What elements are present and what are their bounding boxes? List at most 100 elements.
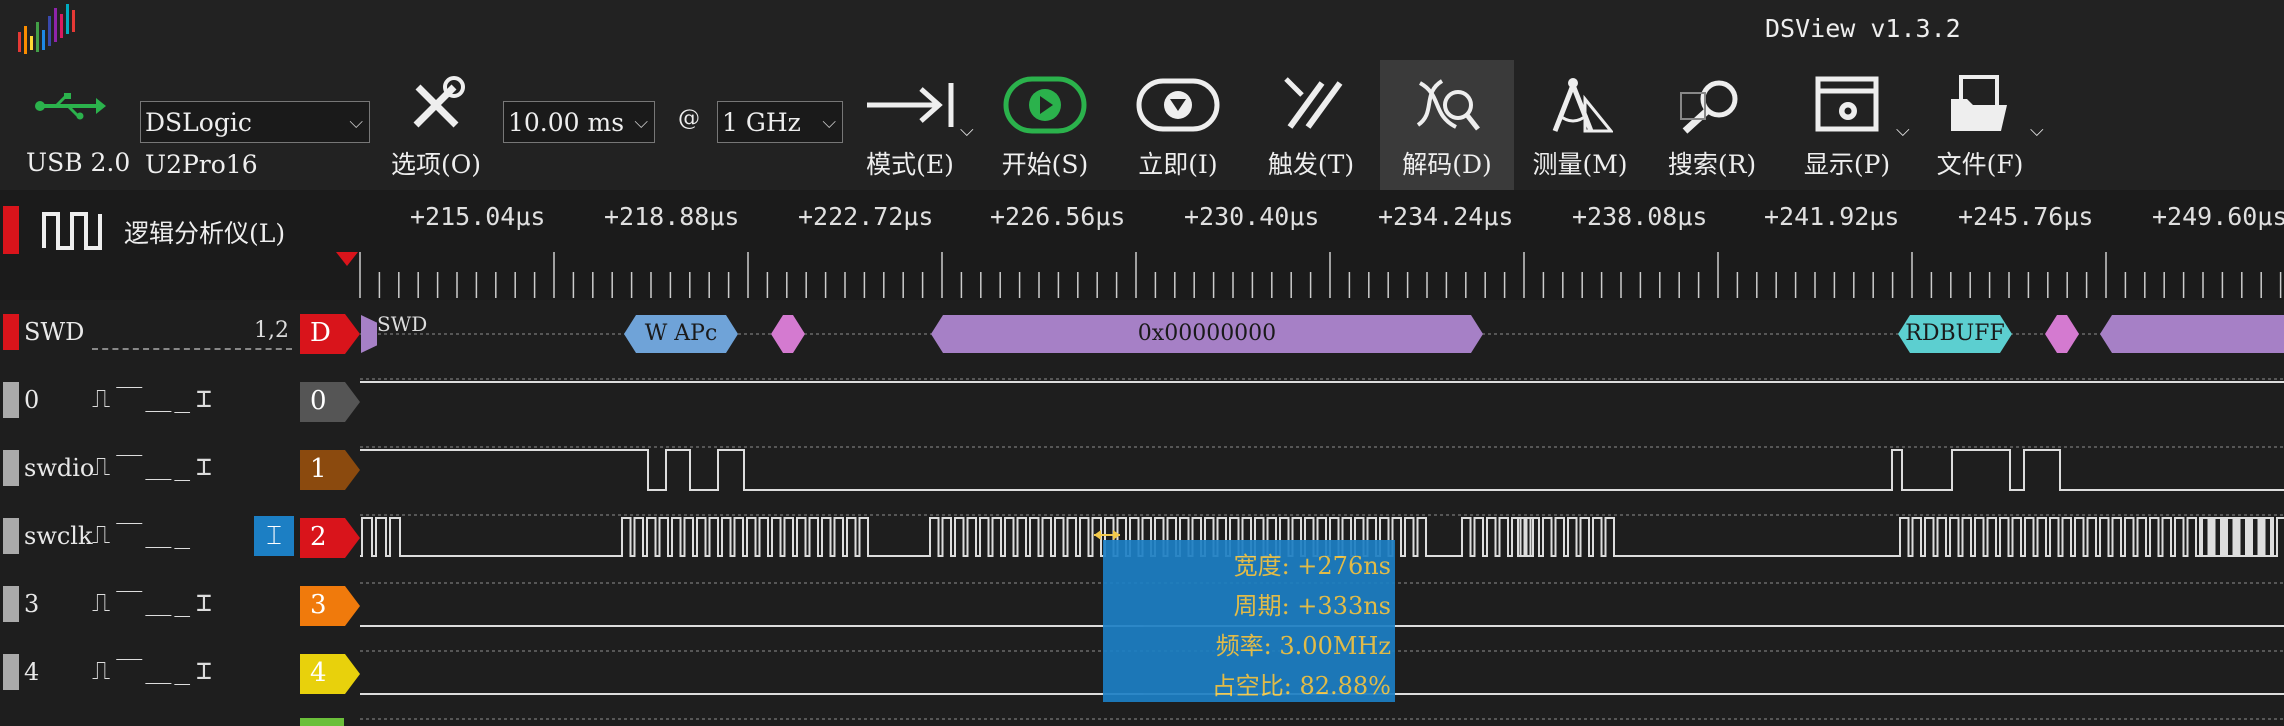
channel-flag [3,382,19,418]
channel-row-swclk[interactable]: swclk ⎍⎺⎽_ ⌶ 2 [0,514,360,574]
decode-segment[interactable] [2100,315,2284,353]
trigger-marker-icon[interactable] [336,252,358,268]
chevron-down-icon: ⌵ [822,112,836,133]
tick-label: +218.88μs [604,202,740,231]
channel-row-4[interactable]: 4 ⎍⎺⎽_⌶ 4 [0,650,360,710]
play-icon [1003,76,1087,134]
trigger-options[interactable]: ⎍⎺⎽_ [92,520,196,551]
wrench-icon [413,76,465,128]
channel-row-0[interactable]: 0 ⎍⎺⎽_⌶ 0 [0,378,360,438]
mode-button[interactable]: 模式(E) [850,60,970,190]
tick-label: +226.56μs [990,202,1126,231]
tick-label: +215.04μs [410,202,546,231]
samplerate-value: 1 GHz [722,108,801,137]
channel-flag [3,314,19,350]
channel-row-swd[interactable]: SWD 1,2 D [0,310,360,370]
channel-tag-label: 2 [310,522,327,552]
search-icon [1680,80,1738,134]
usb-label: USB 2.0 [26,148,131,177]
start-label: 开始(S) [1001,150,1089,179]
dna-magnifier-icon [1416,79,1480,131]
channel-tag[interactable]: 2 [300,518,360,558]
chevron-down-icon: ⌵ [349,112,363,133]
chevron-down-icon[interactable]: ⌵ [1896,120,1910,141]
trigger-options[interactable]: ⎍⎺⎽_⌶ [92,452,218,483]
decode-segment[interactable]: RDBUFF [1898,315,2012,353]
tick-label: +238.08μs [1572,202,1708,231]
usb-icon [35,93,106,120]
trigger-options[interactable]: ⎍⎺⎽_⌶ [92,384,218,415]
decoder-channels: 1,2 [254,318,289,343]
device-select[interactable]: DSLogic U2Pro16 ⌵ [140,101,370,179]
channel-row-3[interactable]: 3 ⎍⎺⎽_⌶ 3 [0,582,360,642]
chevron-down-icon[interactable]: ⌵ [2030,120,2044,141]
trigger-underline [92,348,292,350]
channel-name: 0 [24,386,40,414]
channel-name: 4 [24,658,40,686]
display-label: 显示(P) [1803,150,1891,179]
tick-label: +245.76μs [1958,202,2094,231]
chevron-down-icon[interactable]: ⌵ [960,120,974,141]
channel-tag[interactable]: 1 [300,450,360,490]
arrow-to-line-icon [867,83,954,127]
channel-tag[interactable]: 3 [300,586,360,626]
mode-label-la[interactable]: 逻辑分析仪(L) [124,214,285,250]
decode-segment[interactable]: W APc [624,315,738,353]
time-ruler[interactable]: 逻辑分析仪(L) +215.04μs +218.88μs +222.72μs +… [0,190,2284,300]
duration-select[interactable]: 10.00 ms ⌵ [503,101,655,143]
tick-label: +222.72μs [798,202,934,231]
channel-tag[interactable]: 4 [300,654,360,694]
display-button[interactable]: 显示(P) [1787,60,1907,190]
samplerate-select[interactable]: 1 GHz ⌵ [717,101,843,143]
channel-name: swclk [24,522,93,550]
channel-name: swdio [24,454,95,482]
options-label: 选项(O) [390,150,481,179]
instant-button[interactable]: 立即(I) [1118,60,1238,190]
channel-tag-partial [300,718,344,726]
duration-value: 10.00 ms [508,108,625,137]
decode-button[interactable]: 解码(D) [1380,60,1514,190]
measure-period: 周期: +333ns [1233,592,1391,620]
display-settings-icon [1815,76,1879,132]
search-label: 搜索(R) [1667,150,1757,179]
compass-icon [1552,78,1613,133]
file-label: 文件(F) [1936,150,2024,179]
instant-label: 立即(I) [1138,150,1218,179]
channel-flag [3,654,19,690]
channel-name: 3 [24,590,40,618]
mode-label: 模式(E) [866,150,954,179]
channel-tag[interactable]: D [300,314,360,354]
decode-segment[interactable]: 0x00000000 [931,315,1483,353]
at-sign: @ [678,106,700,131]
measure-label: 测量(M) [1532,150,1628,179]
mode-color-flag [3,206,19,254]
trigger-both-edge-selected[interactable]: ⌶ [254,516,294,556]
channel-tag-label: 3 [310,590,327,620]
trigger-options[interactable]: ⎍⎺⎽_⌶ [92,588,218,619]
chevron-down-icon: ⌵ [634,112,648,133]
measure-frequency: 频率: 3.00MHz [1215,632,1391,660]
file-button[interactable]: 文件(F) [1920,60,2040,190]
app-title: DSView v1.3.2 [1765,14,1961,43]
start-button[interactable]: 开始(S) [985,60,1105,190]
trigger-options[interactable]: ⎍⎺⎽_⌶ [92,656,218,687]
options-button[interactable]: 选项(O) [376,60,496,190]
channel-tag-label: D [310,318,331,348]
tick-label: +249.60μs [2152,202,2284,231]
measure-width: 宽度: +276ns [1233,552,1391,580]
channel-row-swdio[interactable]: swdio ⎍⎺⎽_⌶ 1 [0,446,360,506]
trigger-button[interactable]: 触发(T) [1251,60,1371,190]
measure-duty: 占空比: 82.88% [1211,672,1391,700]
tick-label: +234.24μs [1378,202,1514,231]
measure-button[interactable]: 测量(M) [1520,60,1640,190]
dsview-logo [18,4,75,54]
channel-flag [3,450,19,486]
decode-start-label: SWD [377,312,428,336]
trigger-icon [1284,77,1343,129]
search-button[interactable]: 搜索(R) [1652,60,1772,190]
channel-tag[interactable]: 0 [300,382,360,422]
instant-icon [1136,78,1220,132]
channel-flag [3,518,19,554]
measure-cursor-icon [1094,530,1120,540]
toolbar: DSView v1.3.2 USB 2.0 DSLogic U2Pro16 ⌵ … [0,0,2284,190]
